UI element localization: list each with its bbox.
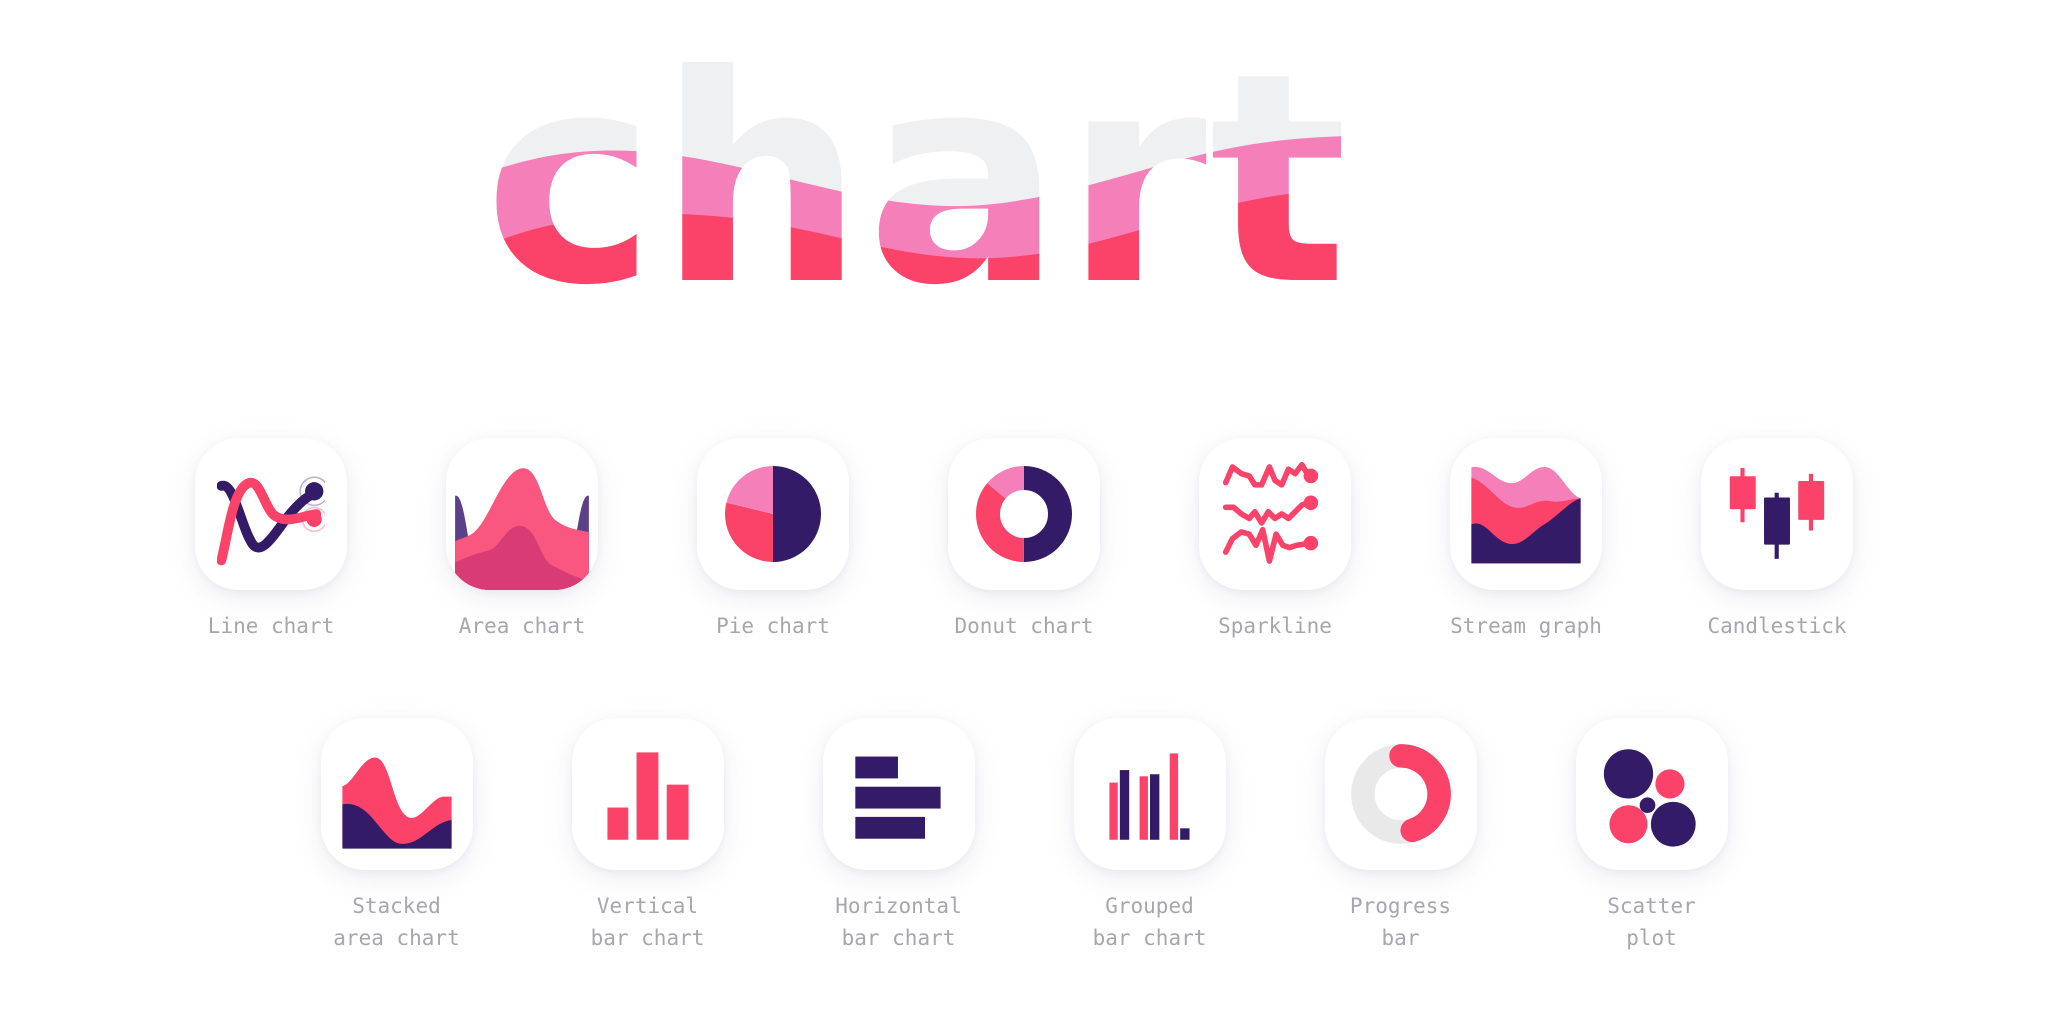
icon-row-one: Line chart Area chart Pie chart Donut ch… — [0, 438, 2048, 642]
icon-label: Pie chart — [716, 614, 830, 638]
icon-cell-sparkline[interactable]: Sparkline — [1150, 438, 1401, 642]
wordmark-base — [484, 62, 1350, 342]
icon-label: Horizontal bar chart — [835, 894, 962, 950]
icon-cell-line-chart[interactable]: Line chart — [146, 438, 397, 642]
icon-cell-progress-bar[interactable]: Progress bar — [1275, 718, 1526, 954]
icon-cell-donut-chart[interactable]: Donut chart — [899, 438, 1150, 642]
icon-cell-vertical-bar-chart[interactable]: Vertical bar chart — [522, 718, 773, 954]
horizontal-bar-chart-card[interactable] — [822, 718, 975, 870]
line-chart-icon — [217, 476, 325, 566]
icon-cell-candlestick[interactable]: Candlestick — [1652, 438, 1903, 642]
progress-bar-icon — [1350, 744, 1451, 844]
icon-cell-area-chart[interactable]: Area chart — [397, 438, 648, 642]
icon-label: Line chart — [207, 614, 335, 638]
icon-label: Stream graph — [1450, 614, 1602, 638]
icon-label: Vertical bar chart — [590, 894, 705, 950]
icon-label: Sparkline — [1218, 614, 1332, 638]
vertical-bar-chart-icon — [606, 752, 689, 840]
icon-cell-horizontal-bar-chart[interactable]: Horizontal bar chart — [773, 718, 1024, 954]
candlestick-icon — [1729, 467, 1825, 559]
candlestick-card[interactable] — [1701, 438, 1853, 590]
grouped-bar-chart-card[interactable] — [1073, 718, 1226, 870]
icon-label: Grouped bar chart — [1092, 894, 1207, 950]
icon-label: Stacked area chart — [333, 894, 460, 950]
icon-cell-stream-graph[interactable]: Stream graph — [1401, 438, 1652, 642]
icon-cell-stacked-area-chart[interactable]: Stacked area chart — [271, 718, 522, 954]
icon-cell-scatter-plot[interactable]: Scatter plot — [1526, 718, 1777, 954]
icon-label: Area chart — [458, 614, 586, 638]
stream-graph-icon — [1471, 466, 1581, 564]
line-chart-card[interactable] — [195, 438, 347, 590]
pie-chart-icon — [725, 466, 821, 562]
page-title: chart chart — [0, 52, 2048, 352]
scatter-plot-card[interactable] — [1575, 718, 1728, 870]
scatter-plot-icon — [1603, 749, 1696, 847]
stream-graph-card[interactable] — [1450, 438, 1602, 590]
area-chart-icon — [455, 468, 589, 590]
vertical-bar-chart-card[interactable] — [571, 718, 724, 870]
donut-chart-icon — [976, 466, 1072, 562]
stacked-area-chart-icon — [341, 757, 452, 849]
grouped-bar-chart-icon — [1108, 753, 1190, 840]
horizontal-bar-chart-icon — [854, 756, 941, 839]
icon-label: Scatter plot — [1607, 894, 1696, 950]
chart-wordmark: chart chart — [484, 62, 1350, 342]
progress-bar-card[interactable] — [1324, 718, 1477, 870]
area-chart-card[interactable] — [446, 438, 598, 590]
icon-cell-pie-chart[interactable]: Pie chart — [648, 438, 899, 642]
icon-row-two: Stacked area chart Vertical bar chart Ho… — [0, 718, 2048, 954]
icon-label: Progress bar — [1349, 894, 1452, 950]
icon-label: Candlestick — [1707, 614, 1847, 638]
sparkline-card[interactable] — [1199, 438, 1351, 590]
icon-cell-grouped-bar-chart[interactable]: Grouped bar chart — [1024, 718, 1275, 954]
pie-chart-card[interactable] — [697, 438, 849, 590]
donut-chart-card[interactable] — [948, 438, 1100, 590]
stacked-area-chart-card[interactable] — [320, 718, 473, 870]
sparkline-icon — [1222, 461, 1319, 564]
icon-label: Donut chart — [954, 614, 1094, 638]
